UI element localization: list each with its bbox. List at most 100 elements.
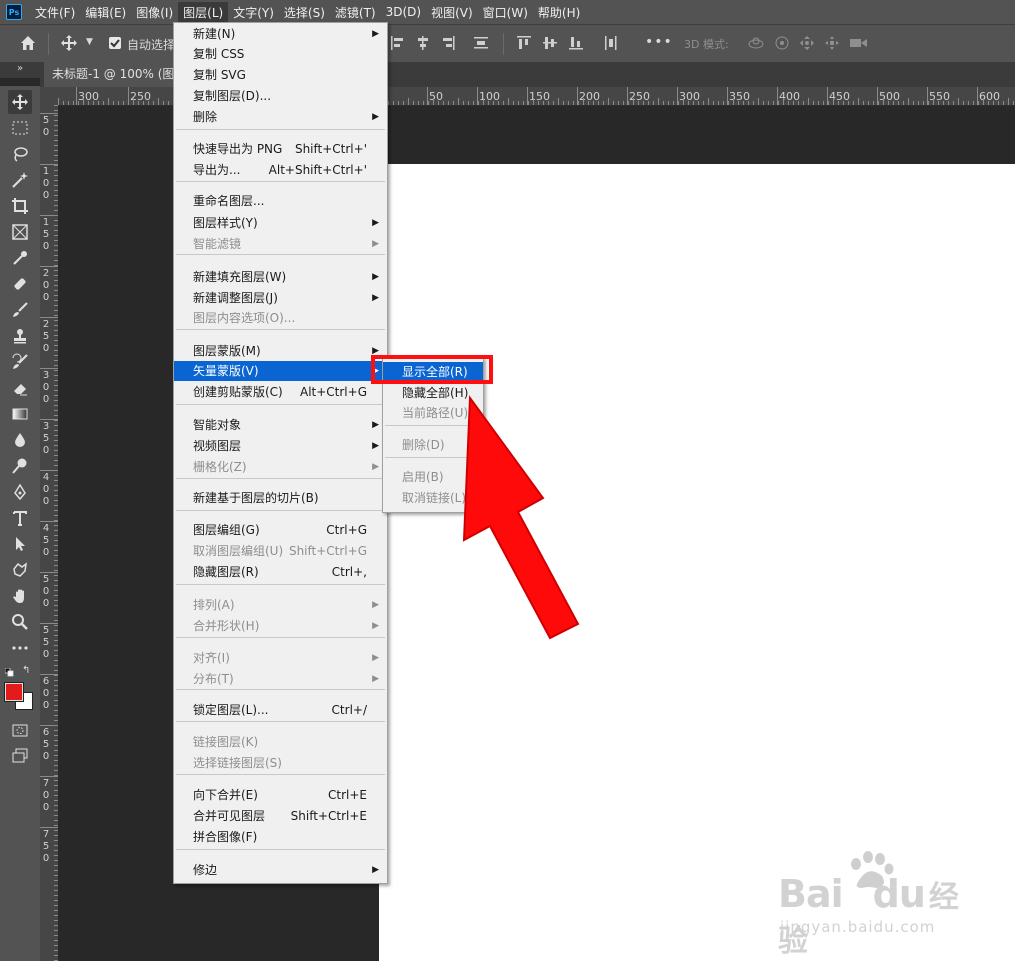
layer-menu-item[interactable]: 新建(N) ▶ xyxy=(174,24,385,44)
3d-camera-icon[interactable] xyxy=(849,35,869,54)
ruler-minor-tick xyxy=(728,101,729,105)
layer-menu-item[interactable]: 重命名图层... xyxy=(174,191,385,211)
screen-mode-icon[interactable] xyxy=(8,744,32,768)
ruler-label: 300 xyxy=(42,370,50,405)
auto-select-checkbox[interactable] xyxy=(109,37,121,49)
layer-menu-item[interactable]: 图层蒙版(M) ▶ xyxy=(174,341,385,361)
menu-image[interactable]: 图像(I) xyxy=(131,2,178,23)
layer-menu-item[interactable]: 图层样式(Y) ▶ xyxy=(174,213,385,233)
hand-tool-icon[interactable] xyxy=(8,584,32,608)
menu-window[interactable]: 窗口(W) xyxy=(478,2,533,23)
layer-menu-item[interactable]: 快速导出为 PNG Shift+Ctrl+' xyxy=(174,139,385,159)
marquee-tool-icon[interactable] xyxy=(8,116,32,140)
brush-tool-icon[interactable] xyxy=(8,298,32,322)
ruler-minor-tick xyxy=(488,101,489,105)
menu-layer[interactable]: 图层(L) xyxy=(178,1,229,23)
menu-item-label: 取消图层编组(U) xyxy=(193,544,284,558)
foreground-color-swatch[interactable] xyxy=(4,682,24,702)
home-icon[interactable] xyxy=(18,33,38,56)
layer-menu-item[interactable]: 向下合并(E) Ctrl+E xyxy=(174,785,385,805)
layer-menu-item[interactable]: 矢量蒙版(V) ▶ xyxy=(174,361,385,381)
layer-menu-item[interactable]: 复制 CSS xyxy=(174,44,385,64)
path-selection-icon[interactable] xyxy=(8,532,32,556)
menu-item-shortcut: Shift+Ctrl+E xyxy=(290,809,367,823)
layer-menu-item[interactable]: 智能对象 ▶ xyxy=(174,415,385,435)
pen-tool-icon[interactable] xyxy=(8,480,32,504)
layer-menu-item[interactable]: 拼合图像(F) xyxy=(174,827,385,847)
swap-colors-icon[interactable]: ↰ xyxy=(22,665,30,676)
layer-menu-item[interactable]: 修边 ▶ xyxy=(174,860,385,880)
layer-menu-item[interactable]: 导出为... Alt+Shift+Ctrl+' xyxy=(174,160,385,180)
layer-menu-item[interactable]: 锁定图层(L)... Ctrl+/ xyxy=(174,700,385,720)
menu-3d[interactable]: 3D(D) xyxy=(381,3,426,21)
healing-brush-icon[interactable] xyxy=(8,272,32,296)
gradient-tool-icon[interactable] xyxy=(8,402,32,426)
menu-item-label: 拼合图像(F) xyxy=(193,830,258,844)
align-center-icon[interactable] xyxy=(415,35,431,54)
type-tool-icon[interactable] xyxy=(8,506,32,530)
photoshop-logo[interactable]: Ps xyxy=(6,4,22,20)
layer-menu-item: 栅格化(Z) ▶ xyxy=(174,457,385,477)
align-top-icon[interactable] xyxy=(516,35,532,54)
ruler-minor-tick xyxy=(928,101,929,105)
eyedropper-icon[interactable] xyxy=(8,246,32,270)
dodge-tool-icon[interactable] xyxy=(8,454,32,478)
quick-mask-icon[interactable] xyxy=(8,718,32,742)
layer-menu-item: 分布(T) ▶ xyxy=(174,669,385,689)
zoom-tool-icon[interactable] xyxy=(8,610,32,634)
blur-tool-icon[interactable] xyxy=(8,428,32,452)
distribute-h-icon[interactable] xyxy=(603,35,619,54)
menu-filter[interactable]: 滤镜(T) xyxy=(330,2,381,23)
frame-tool-icon[interactable] xyxy=(8,220,32,244)
ruler-minor-tick xyxy=(848,101,849,105)
layer-menu-item[interactable]: 新建调整图层(J) ▶ xyxy=(174,288,385,308)
history-brush-icon[interactable] xyxy=(8,350,32,374)
panel-collapse-icon[interactable]: » xyxy=(0,62,40,78)
layer-menu-item[interactable]: 新建基于图层的切片(B) xyxy=(174,488,385,508)
magic-wand-icon[interactable] xyxy=(8,168,32,192)
align-left-icon[interactable] xyxy=(390,35,406,54)
3d-roll-icon[interactable] xyxy=(774,35,790,54)
menu-edit[interactable]: 编辑(E) xyxy=(80,2,131,23)
move-tool[interactable] xyxy=(8,90,32,114)
3d-pan-icon[interactable] xyxy=(799,35,815,54)
baidu-jingyan-watermark: Bai du 经验 jingyan.baidu.com xyxy=(778,850,978,959)
layer-menu-item[interactable]: 创建剪贴蒙版(C) Alt+Ctrl+G xyxy=(174,382,385,402)
layer-menu-item[interactable]: 删除 ▶ xyxy=(174,107,385,127)
distribute-icon[interactable] xyxy=(473,35,489,54)
menu-select[interactable]: 选择(S) xyxy=(279,2,330,23)
ruler-minor-tick xyxy=(403,101,404,105)
layer-menu-item[interactable]: 视频图层 ▶ xyxy=(174,436,385,456)
align-bottom-icon[interactable] xyxy=(568,35,584,54)
document-tab[interactable]: 未标题-1 @ 100% (图层 xyxy=(44,62,195,87)
layer-menu-item[interactable]: 隐藏图层(R) Ctrl+, xyxy=(174,562,385,582)
ruler-minor-tick xyxy=(963,101,964,105)
more-options-icon[interactable]: ••• xyxy=(645,34,673,50)
eraser-tool-icon[interactable] xyxy=(8,376,32,400)
layer-menu-item[interactable]: 合并可见图层 Shift+Ctrl+E xyxy=(174,806,385,826)
lasso-tool-icon[interactable] xyxy=(8,142,32,166)
ruler-minor-tick xyxy=(573,101,574,105)
menu-view[interactable]: 视图(V) xyxy=(426,2,478,23)
menu-file[interactable]: 文件(F) xyxy=(30,2,80,23)
chevron-down-icon[interactable]: ▼ xyxy=(86,37,93,47)
menu-help[interactable]: 帮助(H) xyxy=(533,2,585,23)
menu-item-label: 锁定图层(L)... xyxy=(193,703,269,717)
default-colors-icon[interactable] xyxy=(4,666,14,677)
layer-menu-item[interactable]: 新建填充图层(W) ▶ xyxy=(174,267,385,287)
layer-menu-item[interactable]: 图层编组(G) Ctrl+G xyxy=(174,520,385,540)
layer-menu-item[interactable]: 复制 SVG xyxy=(174,65,385,85)
align-middle-icon[interactable] xyxy=(542,35,558,54)
align-right-icon[interactable] xyxy=(440,35,456,54)
crop-tool-icon[interactable] xyxy=(8,194,32,218)
3d-slide-icon[interactable] xyxy=(824,35,840,54)
menu-type[interactable]: 文字(Y) xyxy=(228,2,279,23)
3d-orbit-icon[interactable] xyxy=(747,35,765,54)
move-tool-icon[interactable] xyxy=(60,34,78,55)
stamp-tool-icon[interactable] xyxy=(8,324,32,348)
submenu-arrow-icon: ▶ xyxy=(372,420,379,430)
more-tools-icon[interactable] xyxy=(8,636,32,660)
shape-tool-icon[interactable] xyxy=(8,558,32,582)
submenu-arrow-icon: ▶ xyxy=(372,462,379,472)
layer-menu-item[interactable]: 复制图层(D)... xyxy=(174,86,385,106)
